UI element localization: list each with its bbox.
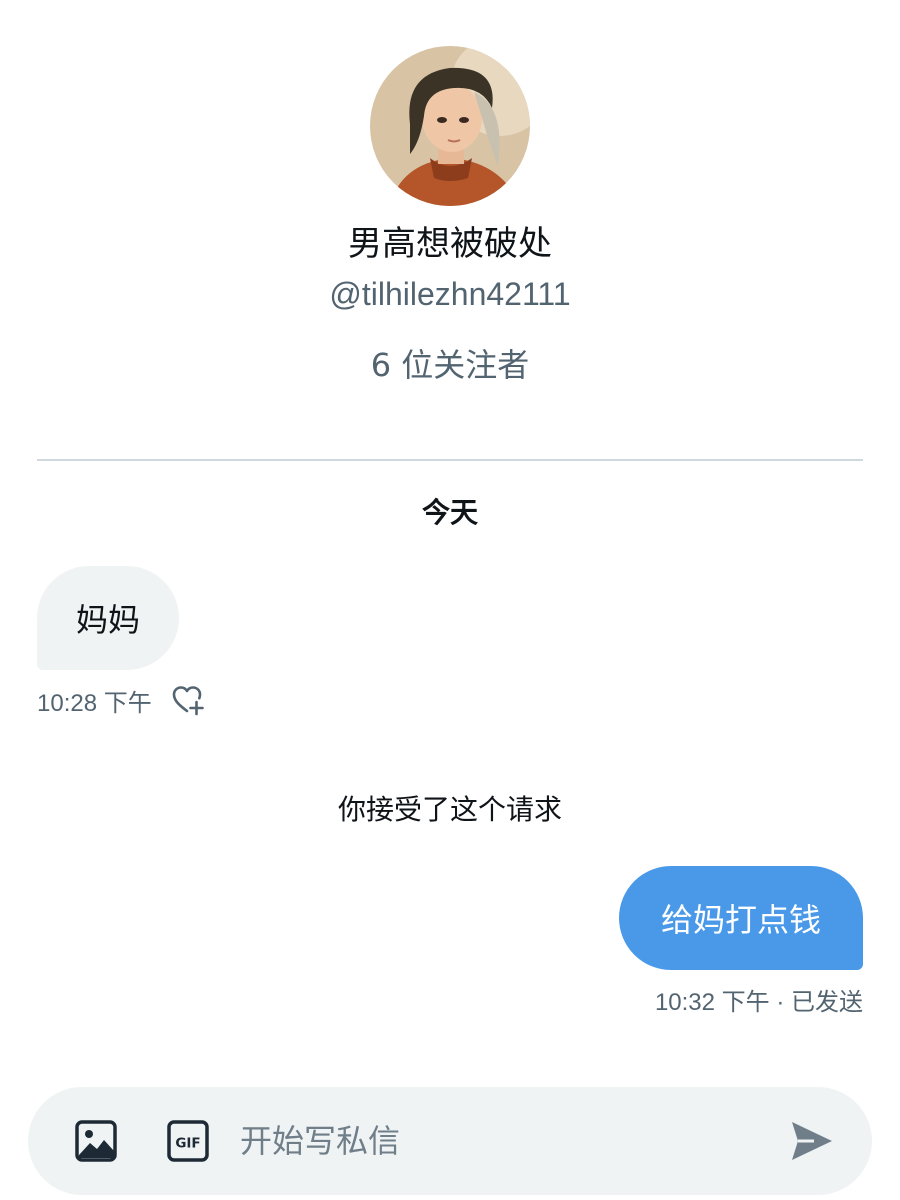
heart-plus-icon[interactable]: [170, 682, 206, 718]
avatar[interactable]: [370, 46, 530, 206]
outgoing-message-text: 给妈打点钱: [660, 901, 821, 939]
incoming-message-time: 10:28 下午: [37, 689, 152, 717]
image-icon[interactable]: [74, 1119, 118, 1163]
message-composer: GIF: [28, 1087, 872, 1195]
avatar-image: [370, 46, 530, 206]
incoming-message-bubble[interactable]: 妈妈: [37, 566, 179, 670]
request-accepted-note: 你接受了这个请求: [337, 793, 562, 826]
profile-handle[interactable]: @tilhilezhn42111: [0, 273, 900, 315]
day-separator: 今天: [421, 496, 478, 529]
gif-icon[interactable]: GIF: [166, 1119, 210, 1163]
send-icon[interactable]: [788, 1117, 836, 1165]
profile-display-name: 男高想被破处: [348, 224, 552, 264]
message-input[interactable]: [240, 1111, 760, 1171]
outgoing-message-status: 10:32 下午 · 已发送: [654, 989, 863, 1016]
incoming-message-meta: 10:28 下午: [37, 682, 206, 718]
followers-count[interactable]: 6 位关注者: [0, 344, 900, 386]
divider: [37, 459, 863, 461]
incoming-message-text: 妈妈: [75, 601, 140, 639]
svg-text:GIF: GIF: [175, 1136, 200, 1152]
outgoing-message-bubble[interactable]: 给妈打点钱: [619, 866, 863, 970]
